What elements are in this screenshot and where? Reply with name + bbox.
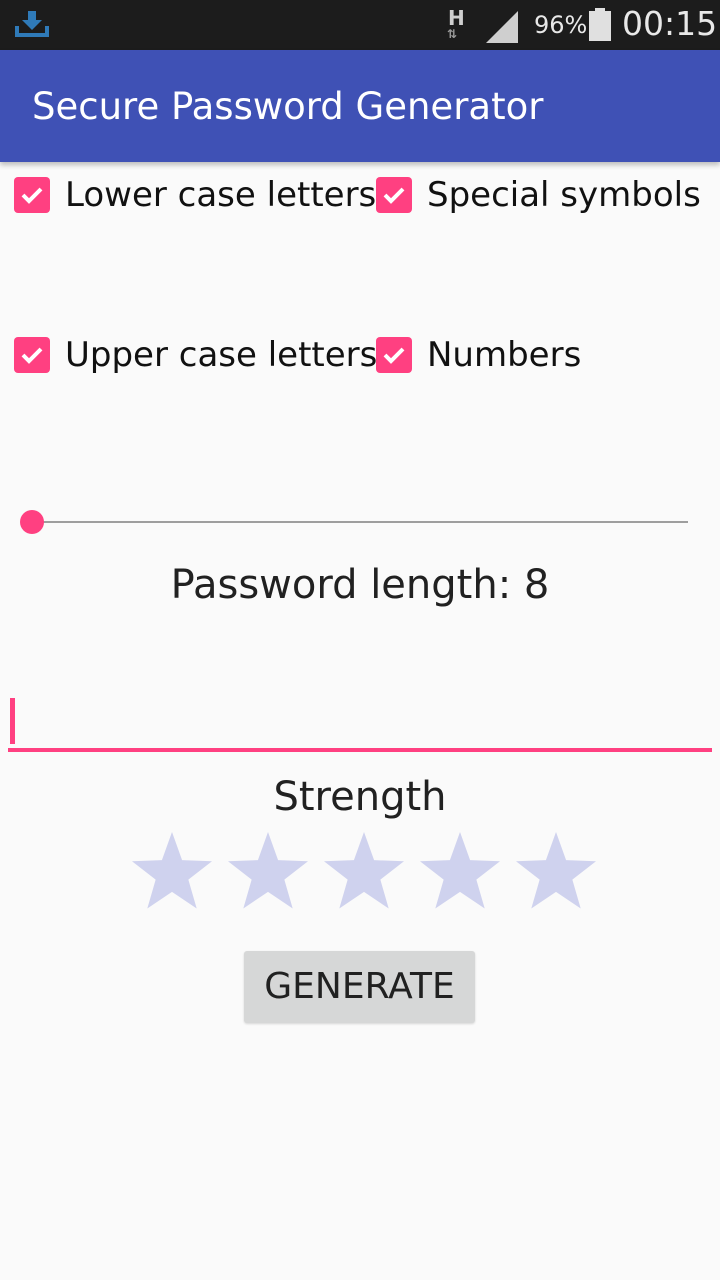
numbers-checkbox[interactable]: Numbers — [376, 333, 581, 377]
battery-percent: 96% — [534, 11, 588, 39]
password-length-text: Password length: 8 — [170, 562, 550, 608]
checkmark-icon — [376, 177, 412, 213]
upper-case-label: Upper case letters — [65, 335, 378, 375]
checkmark-icon — [14, 337, 50, 373]
slider-track[interactable] — [32, 521, 688, 523]
signal-icon — [484, 10, 520, 48]
network-type-icon: H ⇅ — [447, 6, 465, 41]
lower-case-label: Lower case letters — [65, 175, 377, 215]
upper-case-checkbox[interactable]: Upper case letters — [14, 333, 377, 377]
text-cursor — [10, 698, 15, 744]
slider-thumb[interactable] — [20, 510, 44, 534]
star-icon — [220, 830, 316, 914]
star-icon — [412, 830, 508, 914]
star-icon — [124, 830, 220, 914]
app-title: Secure Password Generator — [32, 85, 544, 128]
password-input[interactable] — [20, 698, 700, 744]
strength-rating — [124, 830, 604, 914]
password-field[interactable] — [8, 690, 712, 752]
generate-button[interactable]: GENERATE — [244, 951, 475, 1023]
star-icon — [316, 830, 412, 914]
checkmark-icon — [376, 337, 412, 373]
field-underline — [8, 748, 712, 752]
clock: 00:15 — [622, 4, 718, 43]
password-length-slider[interactable] — [20, 506, 690, 538]
special-symbols-label: Special symbols — [427, 175, 701, 215]
lower-case-checkbox[interactable]: Lower case letters — [14, 173, 376, 217]
checkmark-icon — [14, 177, 50, 213]
star-icon — [508, 830, 604, 914]
download-icon — [14, 9, 50, 43]
battery-icon — [588, 8, 612, 46]
special-symbols-checkbox[interactable]: Special symbols — [376, 173, 701, 217]
strength-label: Strength — [273, 774, 447, 820]
numbers-label: Numbers — [427, 335, 582, 375]
status-bar: H ⇅ 96% 00:15 — [0, 0, 720, 50]
app-bar: Secure Password Generator — [0, 50, 720, 162]
